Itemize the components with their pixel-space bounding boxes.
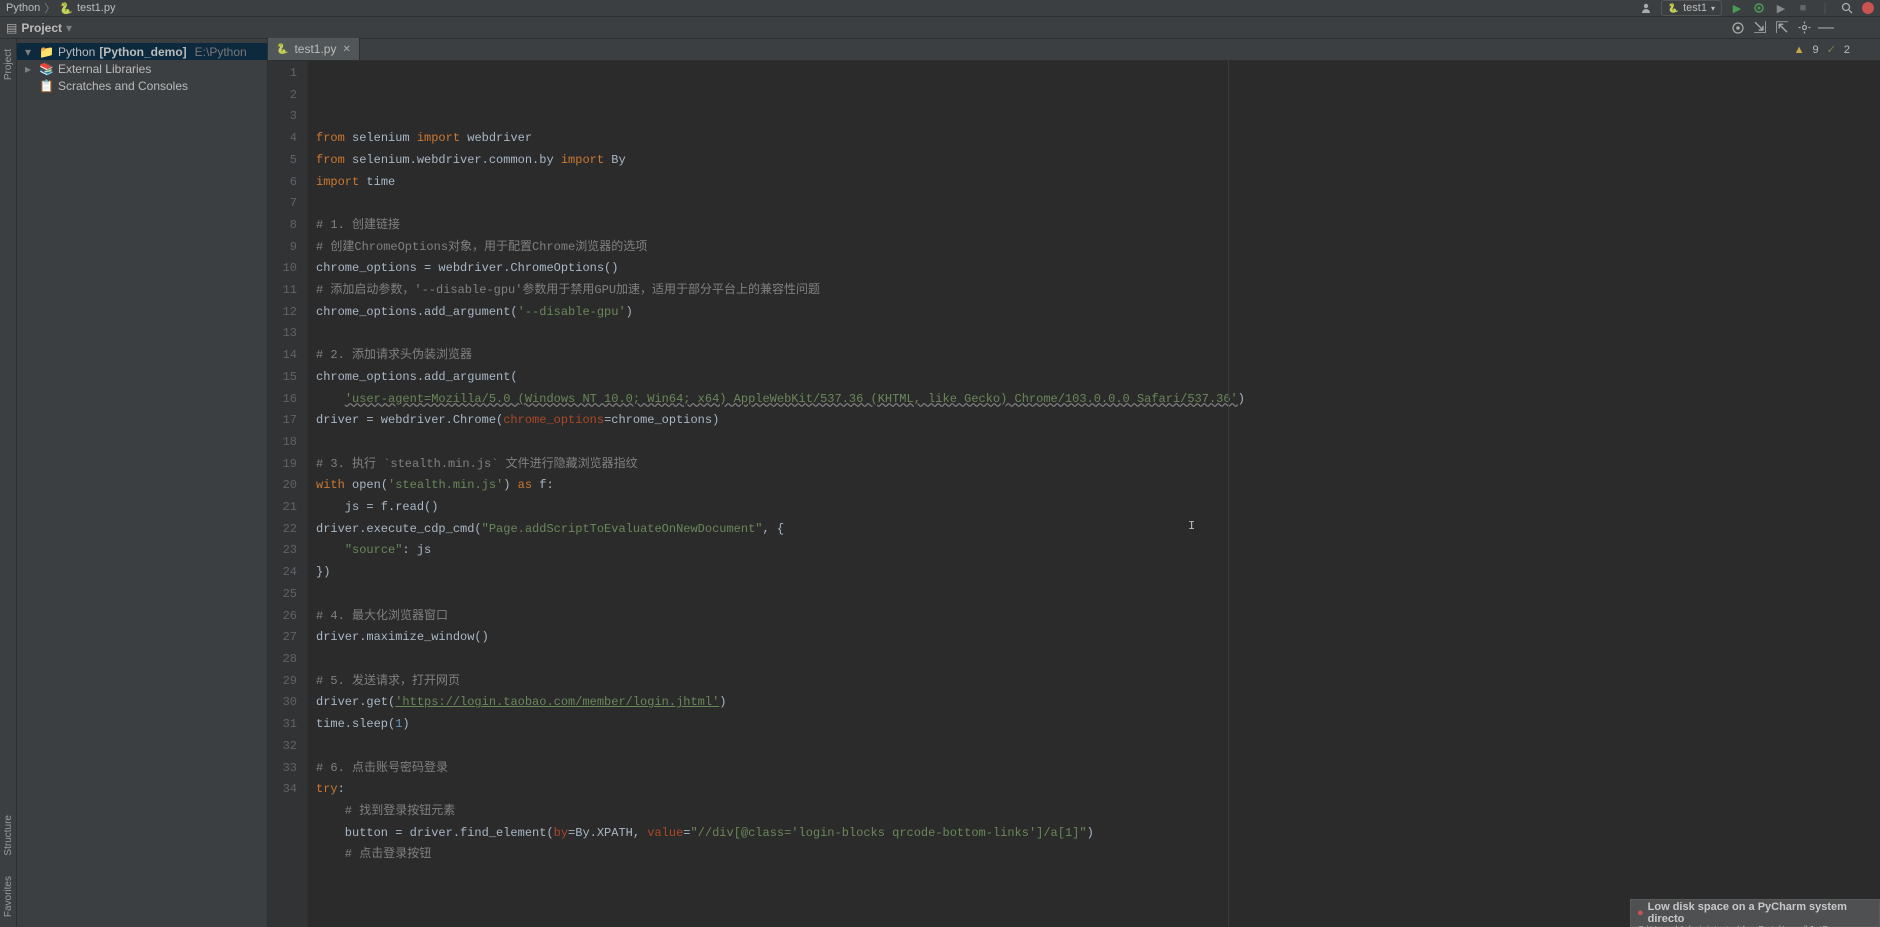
notification-title: Low disk space on a PyCharm system direc… [1648, 901, 1873, 925]
line-number[interactable]: 27 [268, 627, 297, 649]
line-number[interactable]: 15 [268, 367, 297, 389]
line-number[interactable]: 21 [268, 497, 297, 519]
line-number[interactable]: 26 [268, 606, 297, 628]
tree-root-name: Python [58, 45, 95, 59]
text-cursor: I [1188, 516, 1195, 538]
library-icon: 📚 [39, 62, 54, 76]
line-number[interactable]: 17 [268, 410, 297, 432]
line-number[interactable]: 32 [268, 736, 297, 758]
hide-icon[interactable]: — [1818, 20, 1834, 36]
line-number[interactable]: 23 [268, 540, 297, 562]
project-tool-icon[interactable]: ▤ [6, 21, 17, 35]
chevron-down-icon: ▾ [1711, 4, 1715, 13]
inspection-widget[interactable]: ▲ 9 ✓ 2 [1794, 43, 1850, 56]
chevron-down-icon[interactable]: ▾ [66, 21, 72, 35]
line-number[interactable]: 1 [268, 63, 297, 85]
run-configuration-combo[interactable]: 🐍 test1 ▾ [1661, 0, 1722, 16]
line-number[interactable]: 28 [268, 649, 297, 671]
line-number[interactable]: 10 [268, 258, 297, 280]
line-number[interactable]: 6 [268, 172, 297, 194]
editor-tab[interactable]: 🐍 test1.py ✕ [268, 38, 360, 60]
line-number[interactable]: 14 [268, 345, 297, 367]
breadcrumb[interactable]: Python 〉 🐍 test1.py [6, 0, 115, 16]
editor-tab-bar: 🐍 test1.py ✕ [268, 39, 1880, 61]
collapse-all-icon[interactable]: ⇱ [1774, 20, 1790, 36]
tree-scratches-label: Scratches and Consoles [58, 79, 188, 93]
line-number[interactable]: 9 [268, 237, 297, 259]
stop-icon[interactable]: ■ [1796, 1, 1810, 15]
structure-tool-tab[interactable]: Structure [3, 815, 14, 856]
notification-balloon[interactable]: ● Low disk space on a PyCharm system dire… [1630, 899, 1880, 927]
line-number[interactable]: 34 [268, 779, 297, 801]
line-number[interactable]: 13 [268, 323, 297, 345]
separator: | [1818, 1, 1832, 15]
title-bar: Python 〉 🐍 test1.py 🐍 test1 ▾ ▶ ▶ ■ | [0, 0, 1880, 17]
weak-warning-count: 2 [1844, 44, 1850, 56]
line-number[interactable]: 4 [268, 128, 297, 150]
breadcrumb-root[interactable]: Python [6, 2, 40, 14]
tree-root-path: E:\Python [195, 45, 247, 59]
line-number[interactable]: 20 [268, 475, 297, 497]
right-margin-line [1228, 61, 1229, 927]
editor-tab-name: test1.py [294, 42, 336, 56]
expand-all-icon[interactable]: ⇲ [1752, 20, 1768, 36]
line-number[interactable]: 3 [268, 106, 297, 128]
ide-errors-icon[interactable] [1862, 2, 1874, 14]
warning-icon: ▲ [1794, 44, 1805, 56]
line-number[interactable]: 29 [268, 671, 297, 693]
warning-icon: ● [1637, 907, 1644, 919]
tree-root-bold: [Python_demo] [99, 45, 186, 59]
line-number[interactable]: 30 [268, 692, 297, 714]
line-number[interactable]: 24 [268, 562, 297, 584]
run-config-name: test1 [1683, 2, 1707, 14]
editor-area: 🐍 test1.py ✕ ▲9 ✓2 123456789101112131415… [268, 39, 1880, 927]
line-number[interactable]: 25 [268, 584, 297, 606]
tree-root-node[interactable]: ▾ 📁 Python [Python_demo] E:\Python [17, 43, 267, 60]
user-icon[interactable] [1639, 1, 1653, 15]
line-number[interactable]: 5 [268, 150, 297, 172]
line-number[interactable]: 12 [268, 302, 297, 324]
gutter[interactable]: 1234567891011121314151617181920212223242… [268, 61, 308, 927]
project-tool-tab[interactable]: Project [3, 49, 14, 80]
code-editor[interactable]: I from selenium import webdriver from se… [308, 61, 1880, 927]
line-number[interactable]: 33 [268, 758, 297, 780]
line-number[interactable]: 31 [268, 714, 297, 736]
run-with-coverage-icon[interactable]: ▶ [1774, 1, 1788, 15]
line-number[interactable]: 7 [268, 193, 297, 215]
scratch-icon: 📋 [39, 79, 54, 93]
debug-icon[interactable] [1752, 1, 1766, 15]
python-file-icon: 🐍 [59, 2, 73, 15]
project-tree[interactable]: ▾ 📁 Python [Python_demo] E:\Python ▸ 📚 E… [17, 39, 268, 927]
folder-icon: 📁 [39, 45, 54, 59]
line-number[interactable]: 8 [268, 215, 297, 237]
favorites-tool-tab[interactable]: Favorites [3, 876, 14, 917]
tree-external-libs[interactable]: ▸ 📚 External Libraries [17, 60, 267, 77]
line-number[interactable]: 2 [268, 85, 297, 107]
tree-scratches[interactable]: 📋 Scratches and Consoles [17, 77, 267, 94]
tree-ext-libs-label: External Libraries [58, 62, 151, 76]
breadcrumb-file[interactable]: test1.py [77, 2, 116, 14]
python-file-icon: 🐍 [276, 44, 288, 55]
chevron-right-icon[interactable]: ▸ [25, 62, 35, 76]
left-tool-strip: Project Structure Favorites [0, 39, 17, 927]
weak-warning-icon: ✓ [1827, 43, 1836, 56]
line-number[interactable]: 19 [268, 454, 297, 476]
chevron-right-icon: 〉 [44, 0, 55, 16]
project-tool-label[interactable]: Project [21, 21, 62, 35]
gear-icon[interactable] [1796, 20, 1812, 36]
line-number[interactable]: 22 [268, 519, 297, 541]
python-file-icon: 🐍 [1668, 3, 1679, 14]
project-tool-bar: ▤ Project ▾ ⇲ ⇱ — [0, 17, 1880, 39]
warning-count: 9 [1813, 44, 1819, 56]
line-number[interactable]: 18 [268, 432, 297, 454]
search-icon[interactable] [1840, 1, 1854, 15]
chevron-down-icon[interactable]: ▾ [25, 45, 35, 59]
line-number[interactable]: 11 [268, 280, 297, 302]
line-number[interactable]: 16 [268, 389, 297, 411]
select-opened-file-icon[interactable] [1730, 20, 1746, 36]
run-icon[interactable]: ▶ [1730, 1, 1744, 15]
close-icon[interactable]: ✕ [342, 44, 350, 55]
